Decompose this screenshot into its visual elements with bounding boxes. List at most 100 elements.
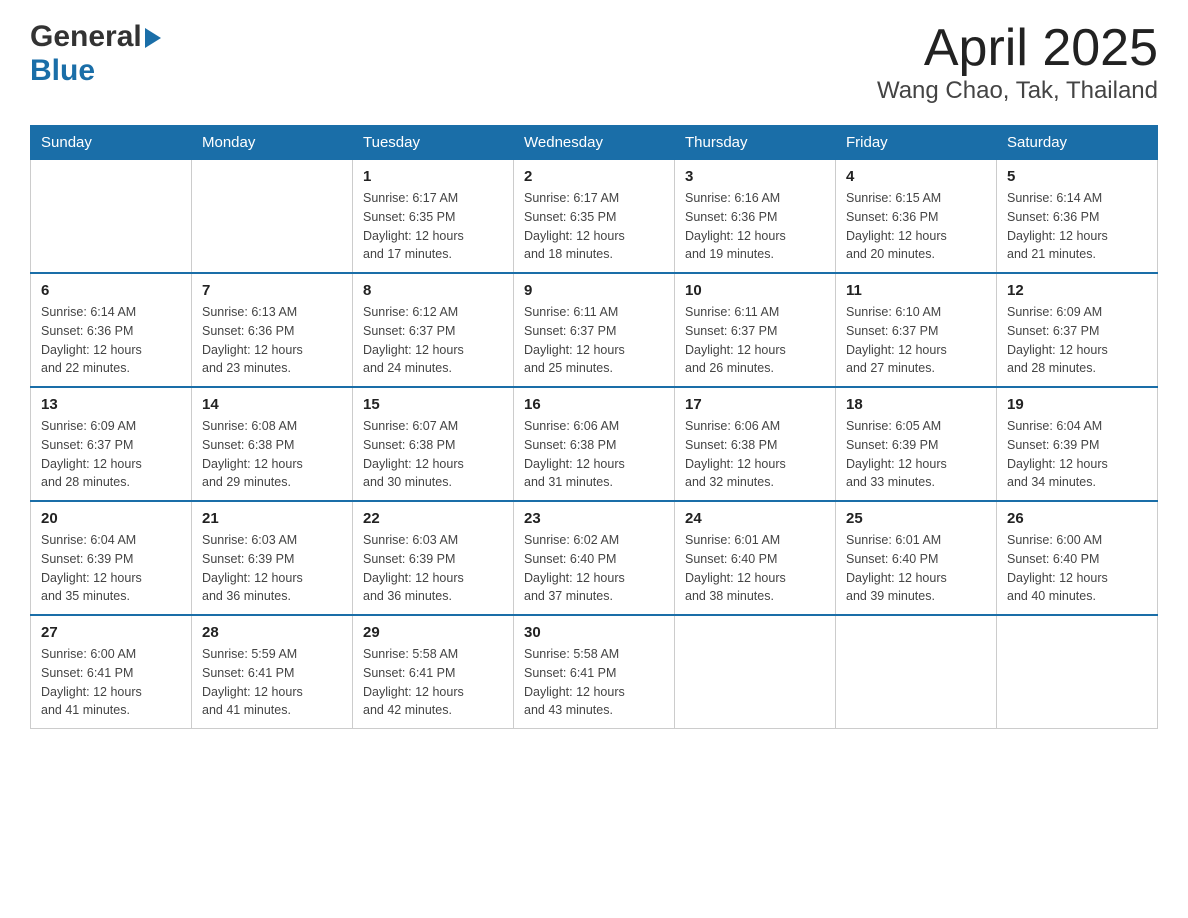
day-number: 7 xyxy=(202,282,342,299)
calendar-week-row: 20 Sunrise: 6:04 AMSunset: 6:39 PMDayligh… xyxy=(31,501,1158,615)
calendar-cell: 22 Sunrise: 6:03 AMSunset: 6:39 PMDayligh… xyxy=(353,501,514,615)
column-header-friday: Friday xyxy=(836,126,997,160)
calendar-cell: 24 Sunrise: 6:01 AMSunset: 6:40 PMDayligh… xyxy=(675,501,836,615)
day-number: 23 xyxy=(524,510,664,527)
calendar-cell: 25 Sunrise: 6:01 AMSunset: 6:40 PMDayligh… xyxy=(836,501,997,615)
calendar-table: SundayMondayTuesdayWednesdayThursdayFrid… xyxy=(30,125,1158,729)
calendar-title: April 2025 xyxy=(877,20,1158,77)
calendar-cell: 8 Sunrise: 6:12 AMSunset: 6:37 PMDaylight… xyxy=(353,273,514,387)
calendar-cell: 5 Sunrise: 6:14 AMSunset: 6:36 PMDaylight… xyxy=(997,160,1158,274)
calendar-cell: 20 Sunrise: 6:04 AMSunset: 6:39 PMDayligh… xyxy=(31,501,192,615)
day-number: 13 xyxy=(41,396,181,413)
day-number: 15 xyxy=(363,396,503,413)
page-header: General Blue April 2025 Wang Chao, Tak, … xyxy=(30,20,1158,105)
day-info: Sunrise: 5:58 AMSunset: 6:41 PMDaylight:… xyxy=(524,645,664,720)
day-number: 8 xyxy=(363,282,503,299)
day-info: Sunrise: 6:13 AMSunset: 6:36 PMDaylight:… xyxy=(202,303,342,378)
day-info: Sunrise: 6:04 AMSunset: 6:39 PMDaylight:… xyxy=(1007,417,1147,492)
calendar-cell xyxy=(836,615,997,729)
calendar-cell: 23 Sunrise: 6:02 AMSunset: 6:40 PMDayligh… xyxy=(514,501,675,615)
calendar-cell: 14Sunrise: 6:08 AMSunset: 6:38 PMDayligh… xyxy=(192,387,353,501)
calendar-cell: 17Sunrise: 6:06 AMSunset: 6:38 PMDayligh… xyxy=(675,387,836,501)
day-number: 6 xyxy=(41,282,181,299)
day-number: 4 xyxy=(846,168,986,185)
column-header-monday: Monday xyxy=(192,126,353,160)
day-info: Sunrise: 6:11 AMSunset: 6:37 PMDaylight:… xyxy=(524,303,664,378)
logo-general-text: General xyxy=(30,20,142,54)
day-info: Sunrise: 5:59 AMSunset: 6:41 PMDaylight:… xyxy=(202,645,342,720)
calendar-week-row: 27 Sunrise: 6:00 AMSunset: 6:41 PMDayligh… xyxy=(31,615,1158,729)
calendar-cell: 21Sunrise: 6:03 AMSunset: 6:39 PMDayligh… xyxy=(192,501,353,615)
day-info: Sunrise: 6:01 AMSunset: 6:40 PMDaylight:… xyxy=(685,531,825,606)
day-number: 3 xyxy=(685,168,825,185)
calendar-week-row: 6 Sunrise: 6:14 AMSunset: 6:36 PMDaylight… xyxy=(31,273,1158,387)
logo-blue-text: Blue xyxy=(30,54,95,87)
day-info: Sunrise: 6:09 AMSunset: 6:37 PMDaylight:… xyxy=(41,417,181,492)
day-info: Sunrise: 6:15 AMSunset: 6:36 PMDaylight:… xyxy=(846,189,986,264)
calendar-header-row: SundayMondayTuesdayWednesdayThursdayFrid… xyxy=(31,126,1158,160)
day-info: Sunrise: 6:00 AMSunset: 6:40 PMDaylight:… xyxy=(1007,531,1147,606)
calendar-cell: 19 Sunrise: 6:04 AMSunset: 6:39 PMDayligh… xyxy=(997,387,1158,501)
calendar-cell: 3Sunrise: 6:16 AMSunset: 6:36 PMDaylight… xyxy=(675,160,836,274)
day-number: 5 xyxy=(1007,168,1147,185)
calendar-cell: 16Sunrise: 6:06 AMSunset: 6:38 PMDayligh… xyxy=(514,387,675,501)
calendar-cell: 4 Sunrise: 6:15 AMSunset: 6:36 PMDaylight… xyxy=(836,160,997,274)
logo-arrow-icon xyxy=(145,28,161,48)
column-header-tuesday: Tuesday xyxy=(353,126,514,160)
calendar-cell xyxy=(192,160,353,274)
calendar-cell: 2Sunrise: 6:17 AMSunset: 6:35 PMDaylight… xyxy=(514,160,675,274)
title-block: April 2025 Wang Chao, Tak, Thailand xyxy=(877,20,1158,105)
day-number: 14 xyxy=(202,396,342,413)
calendar-cell: 27 Sunrise: 6:00 AMSunset: 6:41 PMDayligh… xyxy=(31,615,192,729)
day-number: 18 xyxy=(846,396,986,413)
calendar-cell: 28Sunrise: 5:59 AMSunset: 6:41 PMDayligh… xyxy=(192,615,353,729)
day-number: 25 xyxy=(846,510,986,527)
day-info: Sunrise: 6:02 AMSunset: 6:40 PMDaylight:… xyxy=(524,531,664,606)
calendar-cell: 13 Sunrise: 6:09 AMSunset: 6:37 PMDayligh… xyxy=(31,387,192,501)
calendar-cell: 10 Sunrise: 6:11 AMSunset: 6:37 PMDayligh… xyxy=(675,273,836,387)
day-info: Sunrise: 6:17 AMSunset: 6:35 PMDaylight:… xyxy=(363,189,503,264)
calendar-cell: 30 Sunrise: 5:58 AMSunset: 6:41 PMDayligh… xyxy=(514,615,675,729)
calendar-cell: 29 Sunrise: 5:58 AMSunset: 6:41 PMDayligh… xyxy=(353,615,514,729)
day-number: 22 xyxy=(363,510,503,527)
day-info: Sunrise: 6:12 AMSunset: 6:37 PMDaylight:… xyxy=(363,303,503,378)
day-info: Sunrise: 6:14 AMSunset: 6:36 PMDaylight:… xyxy=(1007,189,1147,264)
calendar-cell xyxy=(31,160,192,274)
calendar-cell: 6 Sunrise: 6:14 AMSunset: 6:36 PMDaylight… xyxy=(31,273,192,387)
logo: General Blue xyxy=(30,20,161,88)
day-number: 16 xyxy=(524,396,664,413)
calendar-cell: 7 Sunrise: 6:13 AMSunset: 6:36 PMDaylight… xyxy=(192,273,353,387)
day-number: 11 xyxy=(846,282,986,299)
day-number: 20 xyxy=(41,510,181,527)
day-number: 12 xyxy=(1007,282,1147,299)
calendar-week-row: 13 Sunrise: 6:09 AMSunset: 6:37 PMDayligh… xyxy=(31,387,1158,501)
day-info: Sunrise: 5:58 AMSunset: 6:41 PMDaylight:… xyxy=(363,645,503,720)
day-info: Sunrise: 6:04 AMSunset: 6:39 PMDaylight:… xyxy=(41,531,181,606)
day-info: Sunrise: 6:03 AMSunset: 6:39 PMDaylight:… xyxy=(363,531,503,606)
day-info: Sunrise: 6:01 AMSunset: 6:40 PMDaylight:… xyxy=(846,531,986,606)
day-info: Sunrise: 6:00 AMSunset: 6:41 PMDaylight:… xyxy=(41,645,181,720)
day-info: Sunrise: 6:07 AMSunset: 6:38 PMDaylight:… xyxy=(363,417,503,492)
calendar-cell: 9Sunrise: 6:11 AMSunset: 6:37 PMDaylight… xyxy=(514,273,675,387)
day-number: 29 xyxy=(363,624,503,641)
day-info: Sunrise: 6:11 AMSunset: 6:37 PMDaylight:… xyxy=(685,303,825,378)
day-number: 10 xyxy=(685,282,825,299)
day-number: 1 xyxy=(363,168,503,185)
calendar-cell: 15 Sunrise: 6:07 AMSunset: 6:38 PMDayligh… xyxy=(353,387,514,501)
day-info: Sunrise: 6:09 AMSunset: 6:37 PMDaylight:… xyxy=(1007,303,1147,378)
day-number: 26 xyxy=(1007,510,1147,527)
calendar-header: SundayMondayTuesdayWednesdayThursdayFrid… xyxy=(31,126,1158,160)
day-number: 19 xyxy=(1007,396,1147,413)
calendar-cell: 26 Sunrise: 6:00 AMSunset: 6:40 PMDayligh… xyxy=(997,501,1158,615)
day-number: 24 xyxy=(685,510,825,527)
calendar-cell: 11Sunrise: 6:10 AMSunset: 6:37 PMDayligh… xyxy=(836,273,997,387)
calendar-cell: 12 Sunrise: 6:09 AMSunset: 6:37 PMDayligh… xyxy=(997,273,1158,387)
day-number: 27 xyxy=(41,624,181,641)
calendar-cell: 1 Sunrise: 6:17 AMSunset: 6:35 PMDaylight… xyxy=(353,160,514,274)
calendar-subtitle: Wang Chao, Tak, Thailand xyxy=(877,77,1158,105)
day-number: 30 xyxy=(524,624,664,641)
day-info: Sunrise: 6:14 AMSunset: 6:36 PMDaylight:… xyxy=(41,303,181,378)
day-number: 2 xyxy=(524,168,664,185)
column-header-thursday: Thursday xyxy=(675,126,836,160)
calendar-cell xyxy=(997,615,1158,729)
